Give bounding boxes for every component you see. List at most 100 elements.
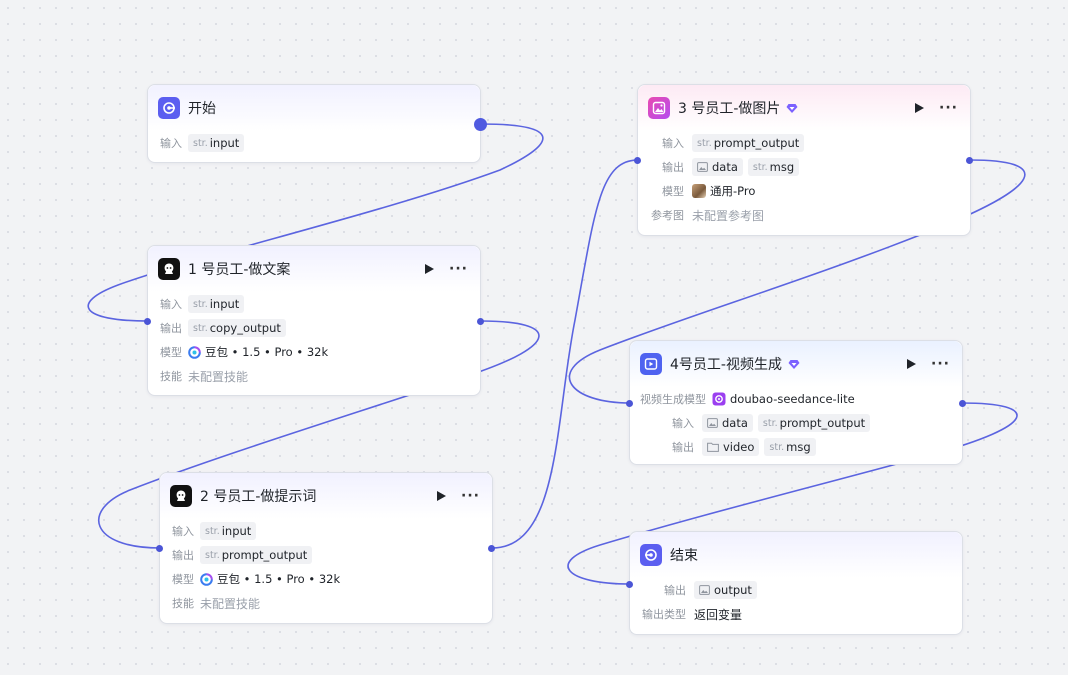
video-gen-icon xyxy=(640,353,662,375)
node-image-maker-output-port[interactable] xyxy=(966,157,973,164)
output-chip-str: str. msg xyxy=(764,438,816,456)
node-image-maker-model-row: 模型 通用-Pro xyxy=(638,179,970,203)
model-label: 模型 xyxy=(160,346,182,359)
node-prompt-writer-skill-row: 技能 未配置技能 xyxy=(160,591,492,615)
input-label: 输入 xyxy=(672,417,694,430)
more-icon[interactable]: ··· xyxy=(461,489,480,503)
type-tag: str. xyxy=(193,298,208,310)
node-prompt-writer-output-port[interactable] xyxy=(488,545,495,552)
node-image-maker-header: 3 号员工-做图片 ··· xyxy=(638,85,970,131)
robot-icon xyxy=(158,258,180,280)
ref-value: 未配置参考图 xyxy=(692,208,765,223)
node-image-maker-input-row: 输入 str. prompt_output xyxy=(638,131,970,155)
node-end-header: 结束 xyxy=(630,532,962,578)
node-end-input-port[interactable] xyxy=(626,581,633,588)
node-prompt-writer-input-row: 输入 str. input xyxy=(160,519,492,543)
var-name: copy_output xyxy=(209,321,281,335)
model-label: 模型 xyxy=(172,573,194,586)
node-prompt-writer-output-row: 输出 str. prompt_output xyxy=(160,543,492,567)
node-image-maker[interactable]: 3 号员工-做图片 ··· 输入 str. prompt_output 输出 d… xyxy=(637,84,971,236)
input-chip-image: data xyxy=(702,414,753,432)
node-copywriter-output-row: 输出 str. copy_output xyxy=(148,316,480,340)
output-label: 输出 xyxy=(172,549,194,562)
more-icon[interactable]: ··· xyxy=(939,101,958,115)
node-prompt-writer[interactable]: 2 号员工-做提示词 ··· 输入 str. input 输出 str. pro… xyxy=(159,472,493,624)
type-tag: str. xyxy=(205,525,220,537)
node-start-header: 开始 xyxy=(148,85,480,131)
ref-label: 参考图 xyxy=(651,209,684,222)
model-avatar xyxy=(692,184,706,198)
doubao-logo-icon xyxy=(188,345,201,359)
input-label: 输入 xyxy=(172,525,194,538)
model-label: 视频生成模型 xyxy=(640,393,706,406)
type-tag: str. xyxy=(752,161,768,173)
var-name: msg xyxy=(786,440,811,454)
node-copywriter-skill-row: 技能 未配置技能 xyxy=(148,364,480,388)
image-type-icon xyxy=(707,418,718,428)
output-chip: str. copy_output xyxy=(188,319,286,337)
node-video-maker-header: 4号员工-视频生成 ··· xyxy=(630,341,962,387)
node-copywriter[interactable]: 1 号员工-做文案 ··· 输入 str. input 输出 str. copy… xyxy=(147,245,481,396)
node-video-maker[interactable]: 4号员工-视频生成 ··· 视频生成模型 doubao-seedance-lit… xyxy=(629,340,963,465)
node-start-output-port[interactable] xyxy=(474,118,487,131)
more-icon[interactable]: ··· xyxy=(931,357,950,371)
output-chip: output xyxy=(694,581,757,599)
output-chip: str. prompt_output xyxy=(200,546,313,564)
input-chip: str. prompt_output xyxy=(692,134,805,152)
node-image-maker-title: 3 号员工-做图片 xyxy=(678,101,781,117)
robot-icon xyxy=(170,485,192,507)
node-copywriter-input-port[interactable] xyxy=(144,318,151,325)
node-copywriter-title: 1 号员工-做文案 xyxy=(188,262,291,278)
var-name: input xyxy=(209,136,240,150)
input-chip-str: str. prompt_output xyxy=(757,414,871,432)
type-tag: str. xyxy=(193,322,208,334)
node-video-maker-output-port[interactable] xyxy=(959,400,966,407)
node-end[interactable]: 结束 输出 output 输出类型 返回变量 xyxy=(629,531,963,635)
output-chip-image: data xyxy=(692,158,743,176)
node-video-maker-output-row: 输出 video str. msg xyxy=(630,435,962,459)
node-copywriter-output-port[interactable] xyxy=(477,318,484,325)
image-type-icon xyxy=(697,162,708,172)
run-icon[interactable] xyxy=(424,263,435,275)
node-prompt-writer-header: 2 号员工-做提示词 ··· xyxy=(160,473,492,519)
node-copywriter-header: 1 号员工-做文案 ··· xyxy=(148,246,480,292)
output-chip-str: str. msg xyxy=(747,158,800,176)
input-label: 输入 xyxy=(160,298,182,311)
premium-badge-icon xyxy=(786,103,798,114)
var-name: input xyxy=(209,297,240,311)
node-copywriter-model-row: 模型 豆包 • 1.5 • Pro • 32k xyxy=(148,340,480,364)
var-name: video xyxy=(723,440,755,454)
output-type-value: 返回变量 xyxy=(694,607,743,622)
var-name: data xyxy=(712,160,738,174)
run-icon[interactable] xyxy=(906,358,917,370)
type-tag: str. xyxy=(769,441,785,453)
image-type-icon xyxy=(699,585,710,595)
edge-node2-to-node3 xyxy=(491,159,639,549)
var-name: data xyxy=(722,416,748,430)
output-label: 输出 xyxy=(662,161,684,174)
start-icon xyxy=(158,97,180,119)
node-video-maker-model-row: 视频生成模型 doubao-seedance-lite xyxy=(630,387,962,411)
node-end-title: 结束 xyxy=(670,548,698,564)
node-video-maker-input-row: 输入 data str. prompt_output xyxy=(630,411,962,435)
node-end-output-row: 输出 output xyxy=(630,578,962,602)
skill-value: 未配置技能 xyxy=(188,369,249,384)
end-icon xyxy=(640,544,662,566)
node-video-maker-input-port[interactable] xyxy=(626,400,633,407)
node-prompt-writer-input-port[interactable] xyxy=(156,545,163,552)
output-type-label: 输出类型 xyxy=(642,608,686,621)
model-value: 豆包 • 1.5 • Pro • 32k xyxy=(217,572,341,586)
node-image-maker-input-port[interactable] xyxy=(634,157,641,164)
input-label: 输入 xyxy=(160,137,182,150)
node-prompt-writer-model-row: 模型 豆包 • 1.5 • Pro • 32k xyxy=(160,567,492,591)
more-icon[interactable]: ··· xyxy=(449,262,468,276)
image-gen-icon xyxy=(648,97,670,119)
model-label: 模型 xyxy=(662,185,684,198)
input-chip: str. input xyxy=(188,295,245,313)
run-icon[interactable] xyxy=(436,490,447,502)
run-icon[interactable] xyxy=(914,102,925,114)
type-tag: str. xyxy=(193,137,208,149)
input-chip: str. input xyxy=(188,134,245,152)
node-start[interactable]: 开始 输入 str. input xyxy=(147,84,481,163)
model-value: 豆包 • 1.5 • Pro • 32k xyxy=(205,345,329,359)
